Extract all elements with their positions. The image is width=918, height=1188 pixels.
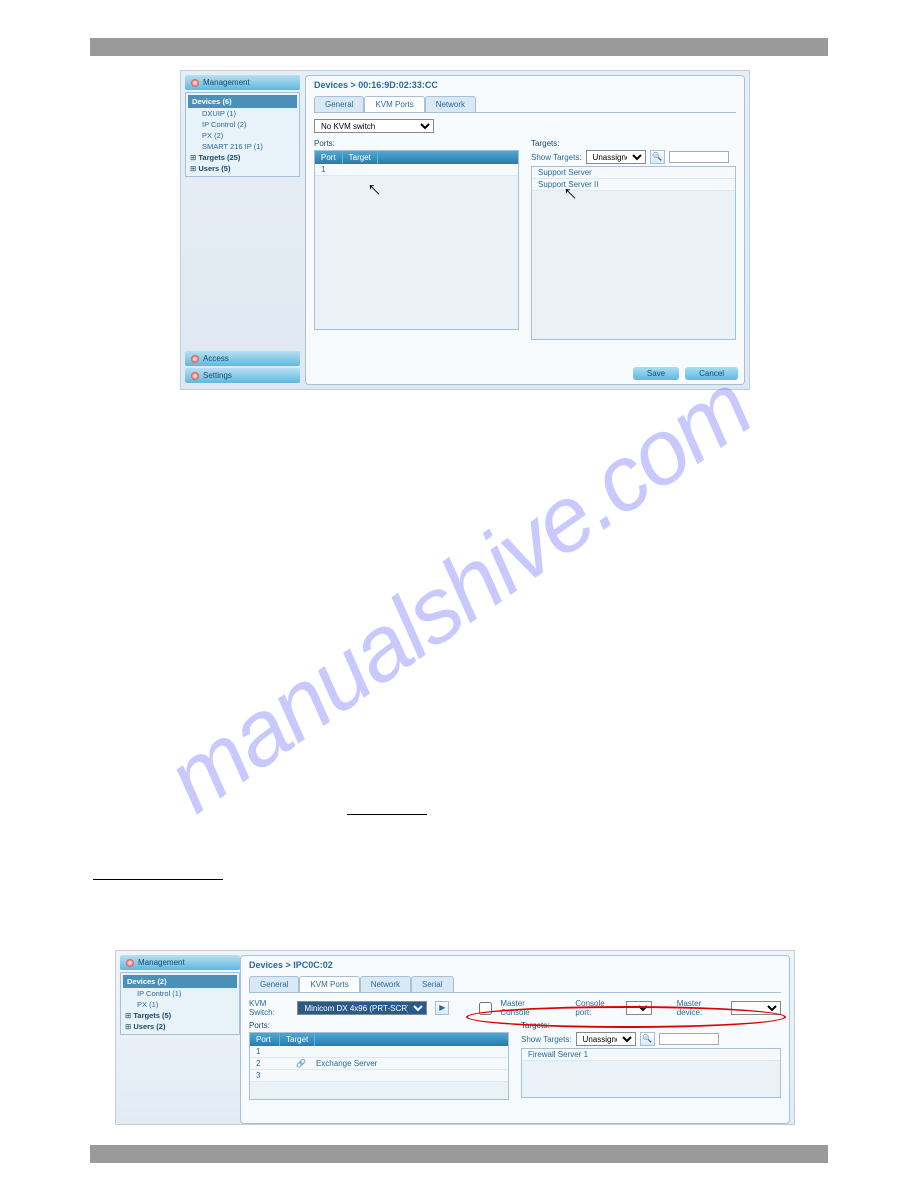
search-icon[interactable]: 🔍 <box>650 150 665 164</box>
tab-general[interactable]: General <box>249 976 299 992</box>
dot-icon <box>191 372 199 380</box>
target-row[interactable]: Support Server <box>532 167 735 179</box>
ports-label: Ports: <box>314 139 519 148</box>
port-num: 1 <box>256 1047 286 1056</box>
targets-list[interactable]: Firewall Server 1 <box>521 1048 781 1098</box>
targets-filter[interactable]: Unassigned <box>576 1032 636 1046</box>
sidebar-label: Management <box>203 78 250 87</box>
kvm-switch-select[interactable]: No KVM switch <box>314 119 434 133</box>
tabs: General KVM Ports Network Serial <box>249 976 781 993</box>
sidebar: Management Devices (2) IP Control (1) PX… <box>120 955 240 1120</box>
breadcrumb: Devices > 00:16:9D:02:33:CC <box>314 80 736 90</box>
dot-icon <box>191 79 199 87</box>
col-port: Port <box>315 151 343 164</box>
target-search-input[interactable] <box>659 1033 719 1045</box>
device-tree[interactable]: Devices (6) DXUIP (1) IP Control (2) PX … <box>185 92 300 177</box>
dot-icon <box>191 355 199 363</box>
breadcrumb: Devices > IPC0C:02 <box>249 960 781 970</box>
sidebar-label: Management <box>138 958 185 967</box>
port-target: Exchange Server <box>316 1059 377 1068</box>
ports-list[interactable]: PortTarget 1 2 🔗 Exchange Server 3 <box>249 1032 509 1100</box>
tree-users[interactable]: Users (5) <box>188 163 297 174</box>
sidebar-label: Access <box>203 354 229 363</box>
sidebar-management[interactable]: Management <box>120 955 240 970</box>
underline <box>93 879 223 880</box>
ports-label: Ports: <box>249 1021 509 1030</box>
tree-devices[interactable]: Devices (6) <box>188 95 297 108</box>
link-icon: 🔗 <box>296 1059 306 1068</box>
cancel-button[interactable]: Cancel <box>685 367 738 380</box>
main-panel: Devices > 00:16:9D:02:33:CC General KVM … <box>305 75 745 385</box>
sidebar-settings[interactable]: Settings <box>185 368 300 383</box>
port-num: 1 <box>321 165 325 174</box>
screenshot-1: Management Devices (6) DXUIP (1) IP Cont… <box>180 70 750 390</box>
watermark: manualshive.com <box>148 354 770 833</box>
tab-general[interactable]: General <box>314 96 364 112</box>
show-targets-label: Show Targets: <box>521 1035 572 1044</box>
tab-kvm-ports[interactable]: KVM Ports <box>364 96 424 112</box>
show-targets-label: Show Targets: <box>531 153 582 162</box>
sidebar: Management Devices (6) DXUIP (1) IP Cont… <box>185 75 300 385</box>
tab-kvm-ports[interactable]: KVM Ports <box>299 976 359 992</box>
tree-devices[interactable]: Devices (2) <box>123 975 237 988</box>
port-row[interactable]: 1 <box>250 1046 508 1058</box>
port-num: 3 <box>256 1071 286 1080</box>
tab-network[interactable]: Network <box>425 96 476 112</box>
target-search-input[interactable] <box>669 151 729 163</box>
sidebar-label: Settings <box>203 371 232 380</box>
main-panel: Devices > IPC0C:02 General KVM Ports Net… <box>240 955 790 1124</box>
tree-item[interactable]: PX (2) <box>188 130 297 141</box>
screenshot-2: Management Devices (2) IP Control (1) PX… <box>115 950 795 1125</box>
kvm-switch-label: KVM Switch: <box>249 999 289 1017</box>
col-port: Port <box>250 1033 280 1046</box>
header-bar <box>90 38 828 56</box>
port-row[interactable]: 2 🔗 Exchange Server <box>250 1058 508 1070</box>
tree-targets[interactable]: Targets (5) <box>123 1010 237 1021</box>
footer-bar <box>90 1145 828 1163</box>
tab-network[interactable]: Network <box>360 976 411 992</box>
tree-item[interactable]: SMART 216 IP (1) <box>188 141 297 152</box>
col-target: Target <box>343 151 378 164</box>
device-tree[interactable]: Devices (2) IP Control (1) PX (1) Target… <box>120 972 240 1035</box>
go-icon[interactable]: ▶ <box>435 1001 449 1015</box>
targets-filter[interactable]: Unassigned <box>586 150 646 164</box>
kvm-switch-select[interactable]: Minicom DX 4x96 (PRT-SCR) <box>297 1001 427 1015</box>
port-row[interactable]: 3 <box>250 1070 508 1082</box>
tree-item[interactable]: DXUIP (1) <box>188 108 297 119</box>
targets-label: Targets: <box>531 139 736 148</box>
tree-item[interactable]: PX (1) <box>123 999 237 1010</box>
tree-item[interactable]: IP Control (1) <box>123 988 237 999</box>
ports-list[interactable]: PortTarget 1 <box>314 150 519 330</box>
sidebar-access[interactable]: Access <box>185 351 300 366</box>
underline <box>347 814 427 815</box>
port-row[interactable]: 1 <box>315 164 518 176</box>
save-button[interactable]: Save <box>633 367 679 380</box>
highlight-ellipse <box>466 1006 786 1028</box>
col-target: Target <box>280 1033 315 1046</box>
dot-icon <box>126 959 134 967</box>
tree-item[interactable]: IP Control (2) <box>188 119 297 130</box>
tabs: General KVM Ports Network <box>314 96 736 113</box>
sidebar-management[interactable]: Management <box>185 75 300 90</box>
search-icon[interactable]: 🔍 <box>640 1032 655 1046</box>
tree-targets[interactable]: Targets (25) <box>188 152 297 163</box>
port-num: 2 <box>256 1059 286 1068</box>
target-row[interactable]: Firewall Server 1 <box>522 1049 780 1061</box>
tab-serial[interactable]: Serial <box>411 976 453 992</box>
tree-users[interactable]: Users (2) <box>123 1021 237 1032</box>
